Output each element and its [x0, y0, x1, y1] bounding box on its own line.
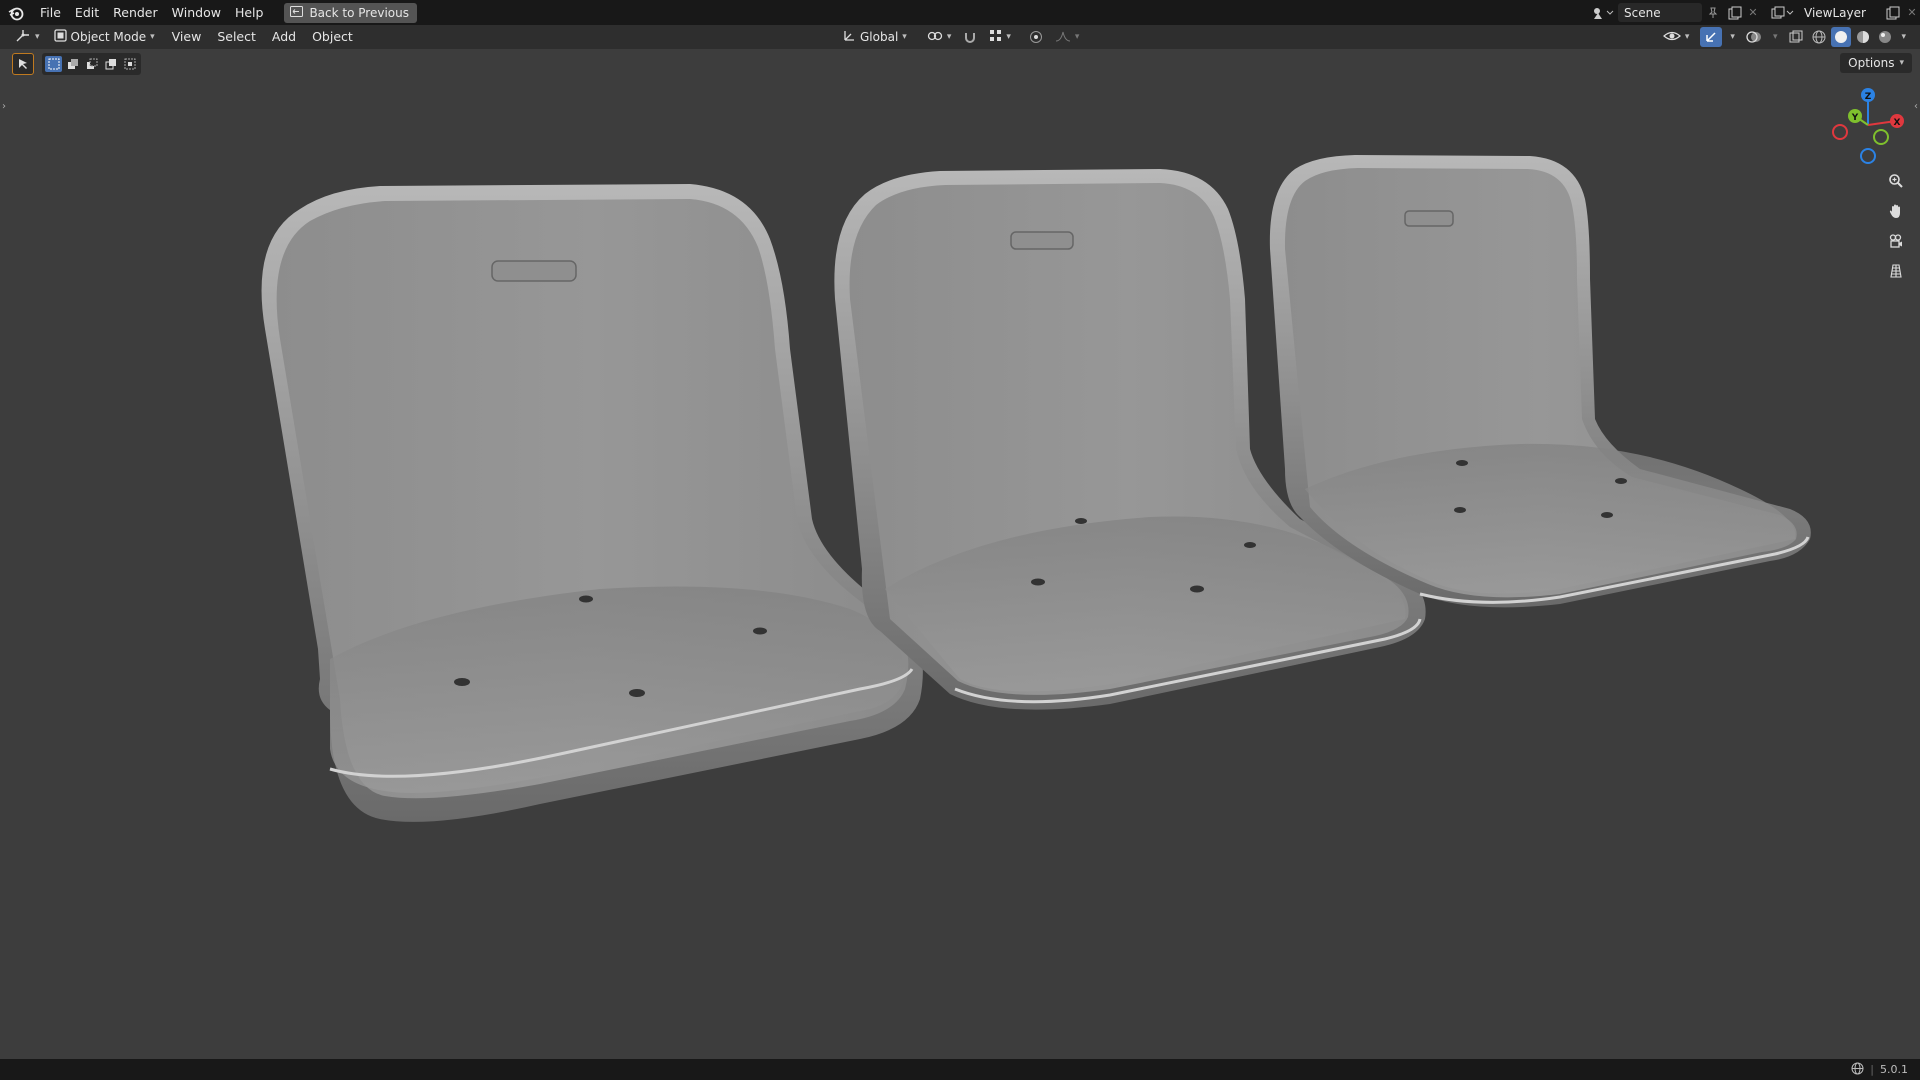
bus-seat-1[interactable]	[261, 184, 923, 822]
chevron-down-icon: ▾	[1074, 32, 1080, 42]
chevron-down-icon: ▾	[946, 32, 952, 42]
gizmo-z-label: Z	[1865, 92, 1872, 102]
gizmo-chevron-down-icon[interactable]: ▾	[1724, 32, 1741, 42]
sidebar-expand-arrow-icon[interactable]: ‹	[1914, 101, 1918, 112]
mode-selector[interactable]: Object Mode ▾	[49, 27, 160, 47]
orientation-label: Global	[860, 30, 899, 44]
pivot-link-icon	[927, 29, 943, 46]
back-screen-icon	[290, 5, 304, 20]
perspective-grid-icon[interactable]	[1883, 258, 1909, 284]
material-preview-shading-icon[interactable]	[1853, 27, 1873, 47]
blender-logo-icon[interactable]	[5, 2, 27, 24]
options-dropdown[interactable]: Options ▾	[1840, 53, 1912, 73]
falloff-curve-icon	[1055, 30, 1071, 45]
3d-viewport[interactable]: Z X Y Options ▾ › ‹	[0, 49, 1920, 1059]
visibility-eye-icon	[1662, 29, 1681, 46]
transform-orientation-selector[interactable]: Global ▾	[837, 27, 912, 47]
overlays-toggle-icon[interactable]	[1743, 27, 1765, 47]
version-label: 5.0.1	[1880, 1063, 1908, 1076]
proportional-editing-icon[interactable]	[1026, 27, 1046, 47]
overlays-chevron-down-icon[interactable]: ▾	[1767, 32, 1784, 42]
chevron-down-icon: ▾	[1006, 32, 1011, 42]
menu-edit[interactable]: Edit	[68, 3, 106, 23]
status-bar: | 5.0.1	[0, 1059, 1920, 1080]
back-to-previous-button[interactable]: Back to Previous	[284, 2, 417, 23]
pivot-point-selector[interactable]: ▾	[922, 27, 957, 47]
pin-scene-icon[interactable]	[1702, 3, 1724, 23]
scene-name: Scene	[1624, 5, 1661, 20]
status-divider: |	[1870, 1063, 1874, 1076]
gizmo-x-label: X	[1894, 118, 1901, 128]
menu-object[interactable]: Object	[304, 27, 361, 47]
options-label: Options	[1848, 56, 1895, 70]
menu-select[interactable]: Select	[209, 27, 264, 47]
top-menu-bar: File Edit Render Window Help Back to Pre…	[0, 0, 1920, 25]
menu-file[interactable]: File	[33, 3, 68, 23]
select-intersect-icon[interactable]	[121, 56, 138, 72]
view-layer-name: ViewLayer	[1804, 5, 1866, 20]
camera-view-icon[interactable]	[1883, 228, 1909, 254]
new-scene-icon[interactable]	[1724, 3, 1746, 23]
transform-controls: Global ▾ ▾ ▾ ▾	[837, 27, 1084, 47]
menu-window[interactable]: Window	[165, 3, 228, 23]
menu-render[interactable]: Render	[106, 3, 165, 23]
scene-selector-icon[interactable]	[1588, 3, 1618, 23]
object-visibility-selector[interactable]: ▾	[1658, 27, 1695, 47]
menu-help[interactable]: Help	[228, 3, 271, 23]
top-right-controls: Scene ✕ ViewLayer ✕	[1588, 0, 1920, 25]
gizmo-toggle-icon[interactable]	[1700, 27, 1723, 47]
wireframe-shading-icon[interactable]	[1809, 27, 1829, 47]
viewport-header: ▾ Object Mode ▾ View Select Add Object G…	[0, 25, 1920, 49]
select-subtract-icon[interactable]	[83, 56, 100, 72]
select-tool-icon[interactable]	[12, 53, 34, 75]
chevron-down-icon: ▾	[150, 32, 155, 42]
scene-canvas: Z X Y	[261, 88, 1904, 822]
toolbar-expand-arrow-icon[interactable]: ›	[2, 101, 6, 112]
zoom-icon[interactable]	[1883, 168, 1909, 194]
globe-icon	[1851, 1062, 1864, 1078]
selection-mode-group	[42, 53, 141, 75]
chevron-down-icon: ▾	[902, 32, 907, 42]
shading-chevron-down-icon[interactable]: ▾	[1897, 32, 1910, 42]
mode-label: Object Mode	[70, 30, 147, 44]
proportional-falloff-selector[interactable]: ▾	[1050, 27, 1085, 47]
orientation-axes-icon	[842, 29, 856, 46]
snap-target-selector[interactable]: ▾	[984, 27, 1016, 47]
back-to-previous-label: Back to Previous	[309, 5, 409, 20]
bus-seat-3[interactable]	[1269, 155, 1811, 608]
pan-hand-icon[interactable]	[1883, 198, 1909, 224]
gizmo-y-label: Y	[1851, 113, 1859, 123]
chevron-down-icon: ▾	[35, 32, 40, 42]
navigation-gizmo[interactable]: Z X Y	[1832, 88, 1904, 164]
chevron-down-icon: ▾	[1899, 58, 1904, 68]
object-mode-icon	[53, 29, 67, 45]
delete-view-layer-icon[interactable]: ✕	[1904, 3, 1920, 23]
chevron-down-icon: ▾	[1684, 32, 1690, 42]
delete-scene-icon[interactable]: ✕	[1746, 3, 1760, 23]
rendered-shading-icon[interactable]	[1875, 27, 1895, 47]
menu-add[interactable]: Add	[264, 27, 304, 47]
solid-shading-icon[interactable]	[1831, 27, 1852, 47]
scene-name-field[interactable]: Scene	[1618, 3, 1702, 22]
select-invert-icon[interactable]	[102, 56, 119, 72]
snap-toggle-icon[interactable]	[960, 27, 980, 47]
xray-toggle-icon[interactable]	[1785, 27, 1807, 47]
view-layer-field[interactable]: ViewLayer	[1798, 3, 1882, 22]
new-view-layer-icon[interactable]	[1882, 3, 1904, 23]
select-new-icon[interactable]	[45, 56, 62, 72]
viewport-shading-controls: ▾ ▾ ▾ ▾	[1658, 27, 1910, 47]
viewport-editor-icon	[15, 29, 31, 46]
snap-grid-icon	[989, 29, 1002, 45]
select-extend-icon[interactable]	[64, 56, 81, 72]
viewport-tool-row	[12, 53, 141, 75]
editor-type-selector[interactable]: ▾	[10, 27, 45, 47]
view-layer-selector-icon[interactable]	[1768, 3, 1798, 23]
menu-view[interactable]: View	[164, 27, 210, 47]
